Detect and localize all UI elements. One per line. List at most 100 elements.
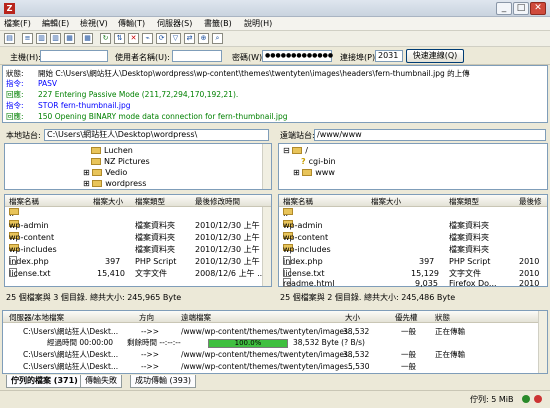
folder-icon xyxy=(91,147,101,154)
close-button[interactable]: ✕ xyxy=(530,2,546,15)
password-label: 密碼(W): xyxy=(232,53,265,62)
col-direction[interactable]: 方向 xyxy=(139,312,154,323)
col-filesize[interactable]: 檔案大小 xyxy=(371,196,401,207)
tree-item[interactable]: ⊟ / xyxy=(283,145,308,156)
tree-item[interactable]: ⊞ wordpress xyxy=(83,178,146,189)
cancel-icon[interactable]: ✕ xyxy=(128,33,139,44)
search-icon[interactable]: ⌕ xyxy=(212,33,223,44)
scrollbar[interactable] xyxy=(538,311,547,373)
local-status-text: 25 個檔案與 3 個目錄. 總共大小: 245,965 Byte xyxy=(6,293,182,302)
col-remote-file[interactable]: 遠端檔案 xyxy=(181,312,211,323)
col-priority[interactable]: 優先權 xyxy=(395,312,418,323)
col-filetype[interactable]: 檔案類型 xyxy=(135,196,165,207)
queue-header: 伺服器/本地檔案 方向 遠端檔案 大小 優先權 狀態 xyxy=(3,311,547,323)
menu-server[interactable]: 伺服器(S) xyxy=(157,18,192,29)
menu-view[interactable]: 檢視(V) xyxy=(80,18,108,29)
local-dir-tree: Luchen NZ Pictures ⊞ Vedio ⊞ wordpress xyxy=(4,143,272,190)
filter-icon[interactable]: ▽ xyxy=(170,33,181,44)
tab-failed-transfers[interactable]: 傳輸失敗 xyxy=(80,375,122,388)
remote-status-text: 25 個檔案與 2 個目錄. 總共大小: 245,486 Byte xyxy=(280,293,456,302)
quickconnect-button[interactable]: 快速連線(Q) xyxy=(406,49,464,63)
file-row[interactable]: wp-admin 檔案資料夾 2010/12/30 上午 ... xyxy=(5,220,270,232)
col-modified[interactable]: 最後修改時間 xyxy=(195,196,240,207)
maximize-button[interactable]: □ xyxy=(513,2,529,15)
log-line: 狀態: 開始 C:\Users\網站狂人\Desktop\wordpress\wp… xyxy=(6,69,470,78)
tree-item[interactable]: ⊞ www xyxy=(293,167,335,178)
username-input[interactable] xyxy=(172,50,222,62)
tree-item[interactable]: Luchen xyxy=(91,145,133,156)
col-status[interactable]: 狀態 xyxy=(435,312,450,323)
sync-browse-icon[interactable]: ⊕ xyxy=(198,33,209,44)
folder-icon xyxy=(92,169,103,176)
col-filetype[interactable]: 檔案類型 xyxy=(449,196,479,207)
file-row[interactable]: index.php 397 PHP Script 2010/12/30 上午 ... xyxy=(5,256,270,268)
password-input[interactable]: ●●●●●●●●●●●●● xyxy=(262,50,333,62)
col-local-file[interactable]: 伺服器/本地檔案 xyxy=(9,312,64,323)
local-path-bar: 本地站台: C:\Users\網站狂人\Desktop\wordpress\ xyxy=(4,128,272,142)
log-line: 指令: PASV xyxy=(6,79,58,88)
file-row[interactable]: wp-content 檔案資料夾 2010/12/30 上午 ... xyxy=(5,232,270,244)
tab-queued-files[interactable]: 佇列的檔案 (371) xyxy=(6,375,83,388)
tree-item[interactable]: NZ Pictures xyxy=(91,156,150,167)
tree-item[interactable]: ? cgi-bin xyxy=(301,156,336,167)
file-row[interactable]: license.txt 15,410 文字文件 2008/12/6 上午 ... xyxy=(5,268,265,280)
log-line: 回應: 227 Entering Passive Mode (211,72,294… xyxy=(6,90,239,99)
quickconnect-bar: 主機(H): 使用者名稱(U): 密碼(W): ●●●●●●●●●●●●● 連接… xyxy=(0,47,550,65)
disconnect-icon[interactable]: ⌁ xyxy=(142,33,153,44)
file-row[interactable]: readme.html 9,035 Firefox Do... 2010 xyxy=(279,278,547,288)
file-row[interactable]: wp-admin 檔案資料夾 xyxy=(279,220,547,232)
file-row[interactable]: wp-includes 檔案資料夾 xyxy=(279,244,547,256)
remote-path-input[interactable]: /www/www xyxy=(314,129,546,141)
toggle-tree-local-icon[interactable]: ▥ xyxy=(36,33,47,44)
file-row[interactable]: .. xyxy=(5,208,261,220)
host-input[interactable] xyxy=(40,50,108,62)
local-file-header: 檔案名稱 檔案大小 檔案類型 最後修改時間 xyxy=(5,195,271,207)
toggle-queue-icon[interactable]: ▦ xyxy=(64,33,75,44)
username-label: 使用者名稱(U): xyxy=(115,53,170,62)
col-filename[interactable]: 檔案名稱 xyxy=(9,196,39,207)
port-input[interactable]: 2031 xyxy=(375,50,403,62)
toggle-log-icon[interactable]: ≡ xyxy=(22,33,33,44)
local-path-input[interactable]: C:\Users\網站狂人\Desktop\wordpress\ xyxy=(44,129,269,141)
file-row[interactable]: .. xyxy=(279,208,547,220)
tree-item[interactable]: ⊞ Vedio xyxy=(83,167,127,178)
queue-row[interactable]: C:\Users\網站狂人\Deskt... -->> /www/wp-cont… xyxy=(3,349,547,360)
menu-file[interactable]: 檔案(F) xyxy=(4,18,31,29)
filezilla-logo-icon: Z xyxy=(4,3,15,14)
transfer-progress-bar: 100.0% xyxy=(208,339,288,348)
folder-icon xyxy=(92,180,103,187)
queue-row[interactable]: C:\Users\網站狂人\Deskt... -->> /www/wp-cont… xyxy=(3,361,547,372)
message-log: 狀態: 開始 C:\Users\網站狂人\Desktop\wordpress\wp… xyxy=(2,65,548,123)
col-modified[interactable]: 最後修 xyxy=(519,196,542,207)
col-size[interactable]: 大小 xyxy=(345,312,360,323)
log-line: 回應: 150 Opening BINARY mode data connecti… xyxy=(6,112,288,121)
log-line: 指令: STOR fern-thumbnail.jpg xyxy=(6,101,131,110)
queue-row[interactable]: C:\Users\網站狂人\Deskt... -->> /www/wp-cont… xyxy=(3,326,547,337)
minimize-button[interactable]: _ xyxy=(496,2,512,15)
scrollbar[interactable] xyxy=(262,144,271,189)
scrollbar[interactable] xyxy=(262,207,271,286)
file-row[interactable]: wp-includes 檔案資料夾 2010/12/30 上午 ... xyxy=(5,244,270,256)
folder-icon xyxy=(292,147,303,154)
menu-bookmarks[interactable]: 書籤(B) xyxy=(204,18,232,29)
process-queue-icon[interactable]: ⇅ xyxy=(114,33,125,44)
file-row[interactable]: wp-content 檔案資料夾 xyxy=(279,232,547,244)
status-light-icon xyxy=(534,395,542,403)
site-manager-icon[interactable]: ▤ xyxy=(4,33,15,44)
queue-size-label: 佇列: 5 MiB xyxy=(470,395,514,404)
col-filename[interactable]: 檔案名稱 xyxy=(283,196,313,207)
col-filesize[interactable]: 檔案大小 xyxy=(93,196,123,207)
toggle-tree-remote-icon[interactable]: ▥ xyxy=(50,33,61,44)
queue-tabs: 佇列的檔案 (371) 傳輸失敗 成功傳輸 (393) xyxy=(0,374,550,388)
file-row[interactable]: index.php 397 PHP Script 2010 xyxy=(279,256,547,268)
remote-file-list: 檔案名稱 檔案大小 檔案類型 最後修 .. wp-admin 檔案資料夾 wp-c… xyxy=(278,194,548,288)
toggle-queue-2-icon[interactable]: ▦ xyxy=(82,33,93,44)
tab-successful-transfers[interactable]: 成功傳輸 (393) xyxy=(130,375,197,388)
compare-icon[interactable]: ⇄ xyxy=(184,33,195,44)
status-light-icon xyxy=(522,395,530,403)
menu-transfer[interactable]: 傳輸(T) xyxy=(118,18,145,29)
refresh-icon[interactable]: ↻ xyxy=(100,33,111,44)
menu-help[interactable]: 說明(H) xyxy=(244,18,272,29)
reconnect-icon[interactable]: ⟳ xyxy=(156,33,167,44)
menu-edit[interactable]: 編輯(E) xyxy=(42,18,69,29)
